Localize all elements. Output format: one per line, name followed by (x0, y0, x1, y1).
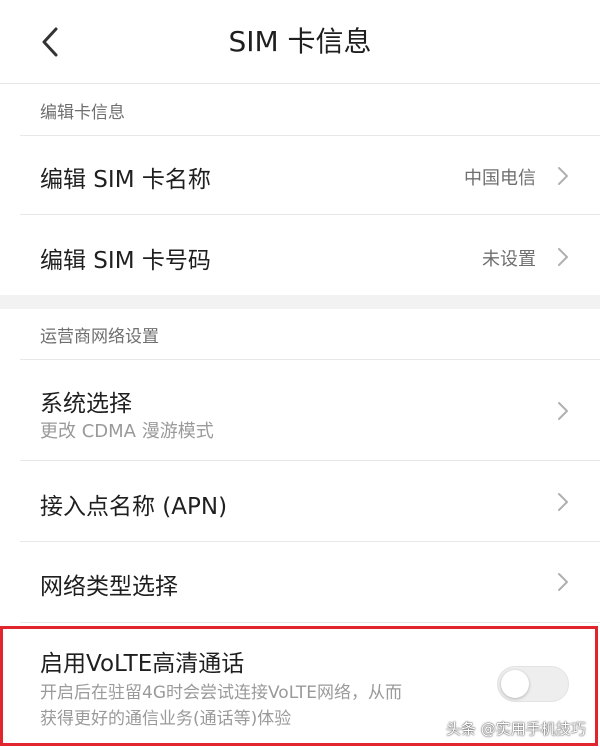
section-label-card-info: 编辑卡信息 (40, 103, 125, 123)
row-title: 系统选择 (40, 391, 132, 417)
section-gap (0, 295, 600, 309)
row-subtitle: 更改 CDMA 漫游模式 (40, 421, 214, 442)
section-label-network: 运营商网络设置 (40, 327, 159, 347)
row-title: 编辑 SIM 卡号码 (40, 248, 211, 274)
chevron-right-icon (558, 248, 568, 266)
title-bar: SIM 卡信息 (0, 0, 600, 84)
watermark-text: 头条 @实用手机技巧 (446, 720, 586, 738)
chevron-right-icon (558, 573, 568, 591)
network-type-row[interactable]: 网络类型选择 (0, 542, 600, 622)
edit-sim-name-row[interactable]: 编辑 SIM 卡名称 中国电信 (0, 136, 600, 214)
chevron-right-icon (558, 493, 568, 511)
page-title: SIM 卡信息 (228, 25, 372, 58)
row-title: 编辑 SIM 卡名称 (40, 167, 211, 193)
chevron-right-icon (558, 167, 568, 185)
divider (20, 622, 600, 623)
sim-name-value: 中国电信 (464, 168, 536, 189)
chevron-right-icon (558, 402, 568, 420)
row-title: 接入点名称 (APN) (40, 494, 228, 520)
system-select-row[interactable]: 系统选择 更改 CDMA 漫游模式 (0, 360, 600, 460)
row-title: 网络类型选择 (40, 574, 178, 600)
sim-number-value: 未设置 (482, 249, 536, 270)
apn-row[interactable]: 接入点名称 (APN) (0, 461, 600, 541)
edit-sim-number-row[interactable]: 编辑 SIM 卡号码 未设置 (0, 215, 600, 295)
